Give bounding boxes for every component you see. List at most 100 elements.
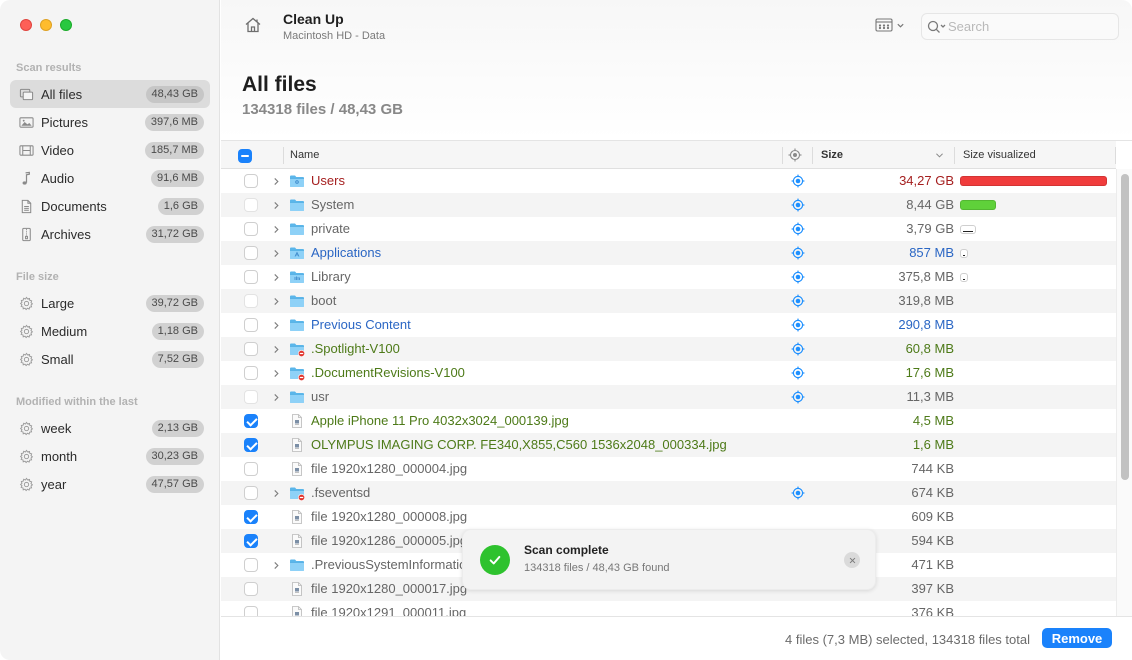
column-header-name[interactable]: Name	[290, 141, 780, 169]
search-icon[interactable]	[926, 19, 948, 35]
table-row[interactable]: Applications 857 MB	[221, 241, 1116, 265]
select-all-checkbox[interactable]	[238, 149, 252, 163]
locate-icon[interactable]	[791, 294, 805, 308]
locate-icon[interactable]	[791, 174, 805, 188]
sidebar-item-audio[interactable]: Audio 91,6 MB	[10, 164, 210, 192]
remove-button[interactable]: Remove	[1042, 628, 1112, 648]
column-header-locate[interactable]	[788, 141, 804, 169]
table-row[interactable]: System 8,44 GB	[221, 193, 1116, 217]
row-checkbox[interactable]	[244, 438, 258, 452]
table-row[interactable]: Apple iPhone 11 Pro 4032x3024_000139.jpg…	[221, 409, 1116, 433]
size-badge: 2,13 GB	[151, 419, 204, 437]
search-input[interactable]	[948, 19, 1108, 34]
sidebar-item-video[interactable]: Video 185,7 MB	[10, 136, 210, 164]
chevron-right-icon[interactable]	[273, 557, 283, 573]
search-field[interactable]	[921, 13, 1119, 40]
table-row[interactable]: OLYMPUS IMAGING CORP. FE340,X855,C560 15…	[221, 433, 1116, 457]
locate-icon[interactable]	[791, 198, 805, 212]
row-checkbox[interactable]	[244, 414, 258, 428]
minimize-window-button[interactable]	[40, 19, 52, 31]
image-file-icon	[289, 509, 305, 525]
column-header-size[interactable]: Size	[821, 141, 941, 169]
file-name: Users	[311, 173, 345, 188]
sidebar-item-documents[interactable]: Documents 1,6 GB	[10, 192, 210, 220]
table-row[interactable]: boot 319,8 MB	[221, 289, 1116, 313]
locate-icon[interactable]	[791, 366, 805, 380]
locate-icon[interactable]	[791, 342, 805, 356]
chevron-right-icon[interactable]	[273, 365, 283, 381]
table-row[interactable]: .DocumentRevisions-V100 17,6 MB	[221, 361, 1116, 385]
table-row[interactable]: file 1920x1280_000008.jpg 609 KB	[221, 505, 1116, 529]
sidebar-item-month[interactable]: month 30,23 GB	[10, 442, 210, 470]
locate-icon[interactable]	[791, 486, 805, 500]
row-checkbox[interactable]	[244, 222, 258, 236]
sidebar-item-archives[interactable]: Archives 31,72 GB	[10, 220, 210, 248]
close-window-button[interactable]	[20, 19, 32, 31]
locate-icon[interactable]	[791, 246, 805, 260]
row-checkbox[interactable]	[244, 366, 258, 380]
table-row[interactable]: .fseventsd 674 KB	[221, 481, 1116, 505]
table-row[interactable]: file 1920x1280_000004.jpg 744 KB	[221, 457, 1116, 481]
chevron-right-icon[interactable]	[273, 341, 283, 357]
row-checkbox[interactable]	[244, 174, 258, 188]
scrollbar-thumb[interactable]	[1121, 174, 1129, 480]
table-row[interactable]: usr 11,3 MB	[221, 385, 1116, 409]
chevron-right-icon[interactable]	[273, 221, 283, 237]
folder-icon	[289, 221, 305, 237]
row-checkbox[interactable]	[244, 606, 258, 616]
locate-icon[interactable]	[791, 222, 805, 236]
table-row[interactable]: .Spotlight-V100 60,8 MB	[221, 337, 1116, 361]
row-checkbox[interactable]	[244, 342, 258, 356]
maximize-window-button[interactable]	[60, 19, 72, 31]
sort-descending-icon[interactable]	[935, 152, 944, 159]
file-name: file 1920x1286_000005.jpg	[311, 533, 468, 548]
chevron-right-icon[interactable]	[273, 197, 283, 213]
chevron-right-icon[interactable]	[273, 293, 283, 309]
row-checkbox[interactable]	[244, 390, 258, 404]
row-checkbox[interactable]	[244, 198, 258, 212]
sidebar-item-medium[interactable]: Medium 1,18 GB	[10, 317, 210, 345]
row-checkbox[interactable]	[244, 294, 258, 308]
size-badge: 7,52 GB	[151, 350, 204, 368]
chevron-right-icon[interactable]	[273, 317, 283, 333]
close-toast-button[interactable]	[844, 552, 860, 568]
row-checkbox[interactable]	[244, 534, 258, 548]
size-bar	[960, 225, 976, 234]
sidebar-item-year[interactable]: year 47,57 GB	[10, 470, 210, 498]
locate-icon[interactable]	[791, 270, 805, 284]
chevron-right-icon[interactable]	[273, 245, 283, 261]
sidebar-item-small[interactable]: Small 7,52 GB	[10, 345, 210, 373]
chevron-right-icon[interactable]	[273, 485, 283, 501]
locate-icon[interactable]	[791, 318, 805, 332]
row-checkbox[interactable]	[244, 270, 258, 284]
home-icon[interactable]	[243, 15, 263, 35]
column-name-label: Name	[290, 149, 320, 161]
sidebar-item-week[interactable]: week 2,13 GB	[10, 414, 210, 442]
file-name: .DocumentRevisions-V100	[311, 365, 465, 380]
table-row[interactable]: private 3,79 GB	[221, 217, 1116, 241]
row-checkbox[interactable]	[244, 318, 258, 332]
table-row[interactable]: Previous Content 290,8 MB	[221, 313, 1116, 337]
row-checkbox[interactable]	[244, 582, 258, 596]
file-name: .PreviousSystemInformation	[311, 557, 474, 572]
view-mode-dropdown[interactable]	[875, 16, 909, 34]
sidebar-item-label: Audio	[41, 170, 75, 186]
row-checkbox[interactable]	[244, 486, 258, 500]
row-checkbox[interactable]	[244, 246, 258, 260]
chevron-right-icon[interactable]	[273, 173, 283, 189]
chevron-right-icon[interactable]	[273, 389, 283, 405]
row-checkbox[interactable]	[244, 462, 258, 476]
vertical-scrollbar[interactable]	[1116, 169, 1132, 616]
table-row[interactable]: file 1920x1291_000011.jpg 376 KB	[221, 601, 1116, 616]
sidebar-item-large[interactable]: Large 39,72 GB	[10, 289, 210, 317]
row-checkbox[interactable]	[244, 510, 258, 524]
row-checkbox[interactable]	[244, 558, 258, 572]
sidebar-item-all-files[interactable]: All files 48,43 GB	[10, 80, 210, 108]
sidebar-item-label: Archives	[41, 226, 91, 242]
column-header-size-visualized[interactable]: Size visualized	[963, 141, 1113, 169]
locate-icon[interactable]	[791, 390, 805, 404]
table-row[interactable]: Library 375,8 MB	[221, 265, 1116, 289]
chevron-right-icon[interactable]	[273, 269, 283, 285]
table-row[interactable]: Users 34,27 GB	[221, 169, 1116, 193]
sidebar-item-pictures[interactable]: Pictures 397,6 MB	[10, 108, 210, 136]
